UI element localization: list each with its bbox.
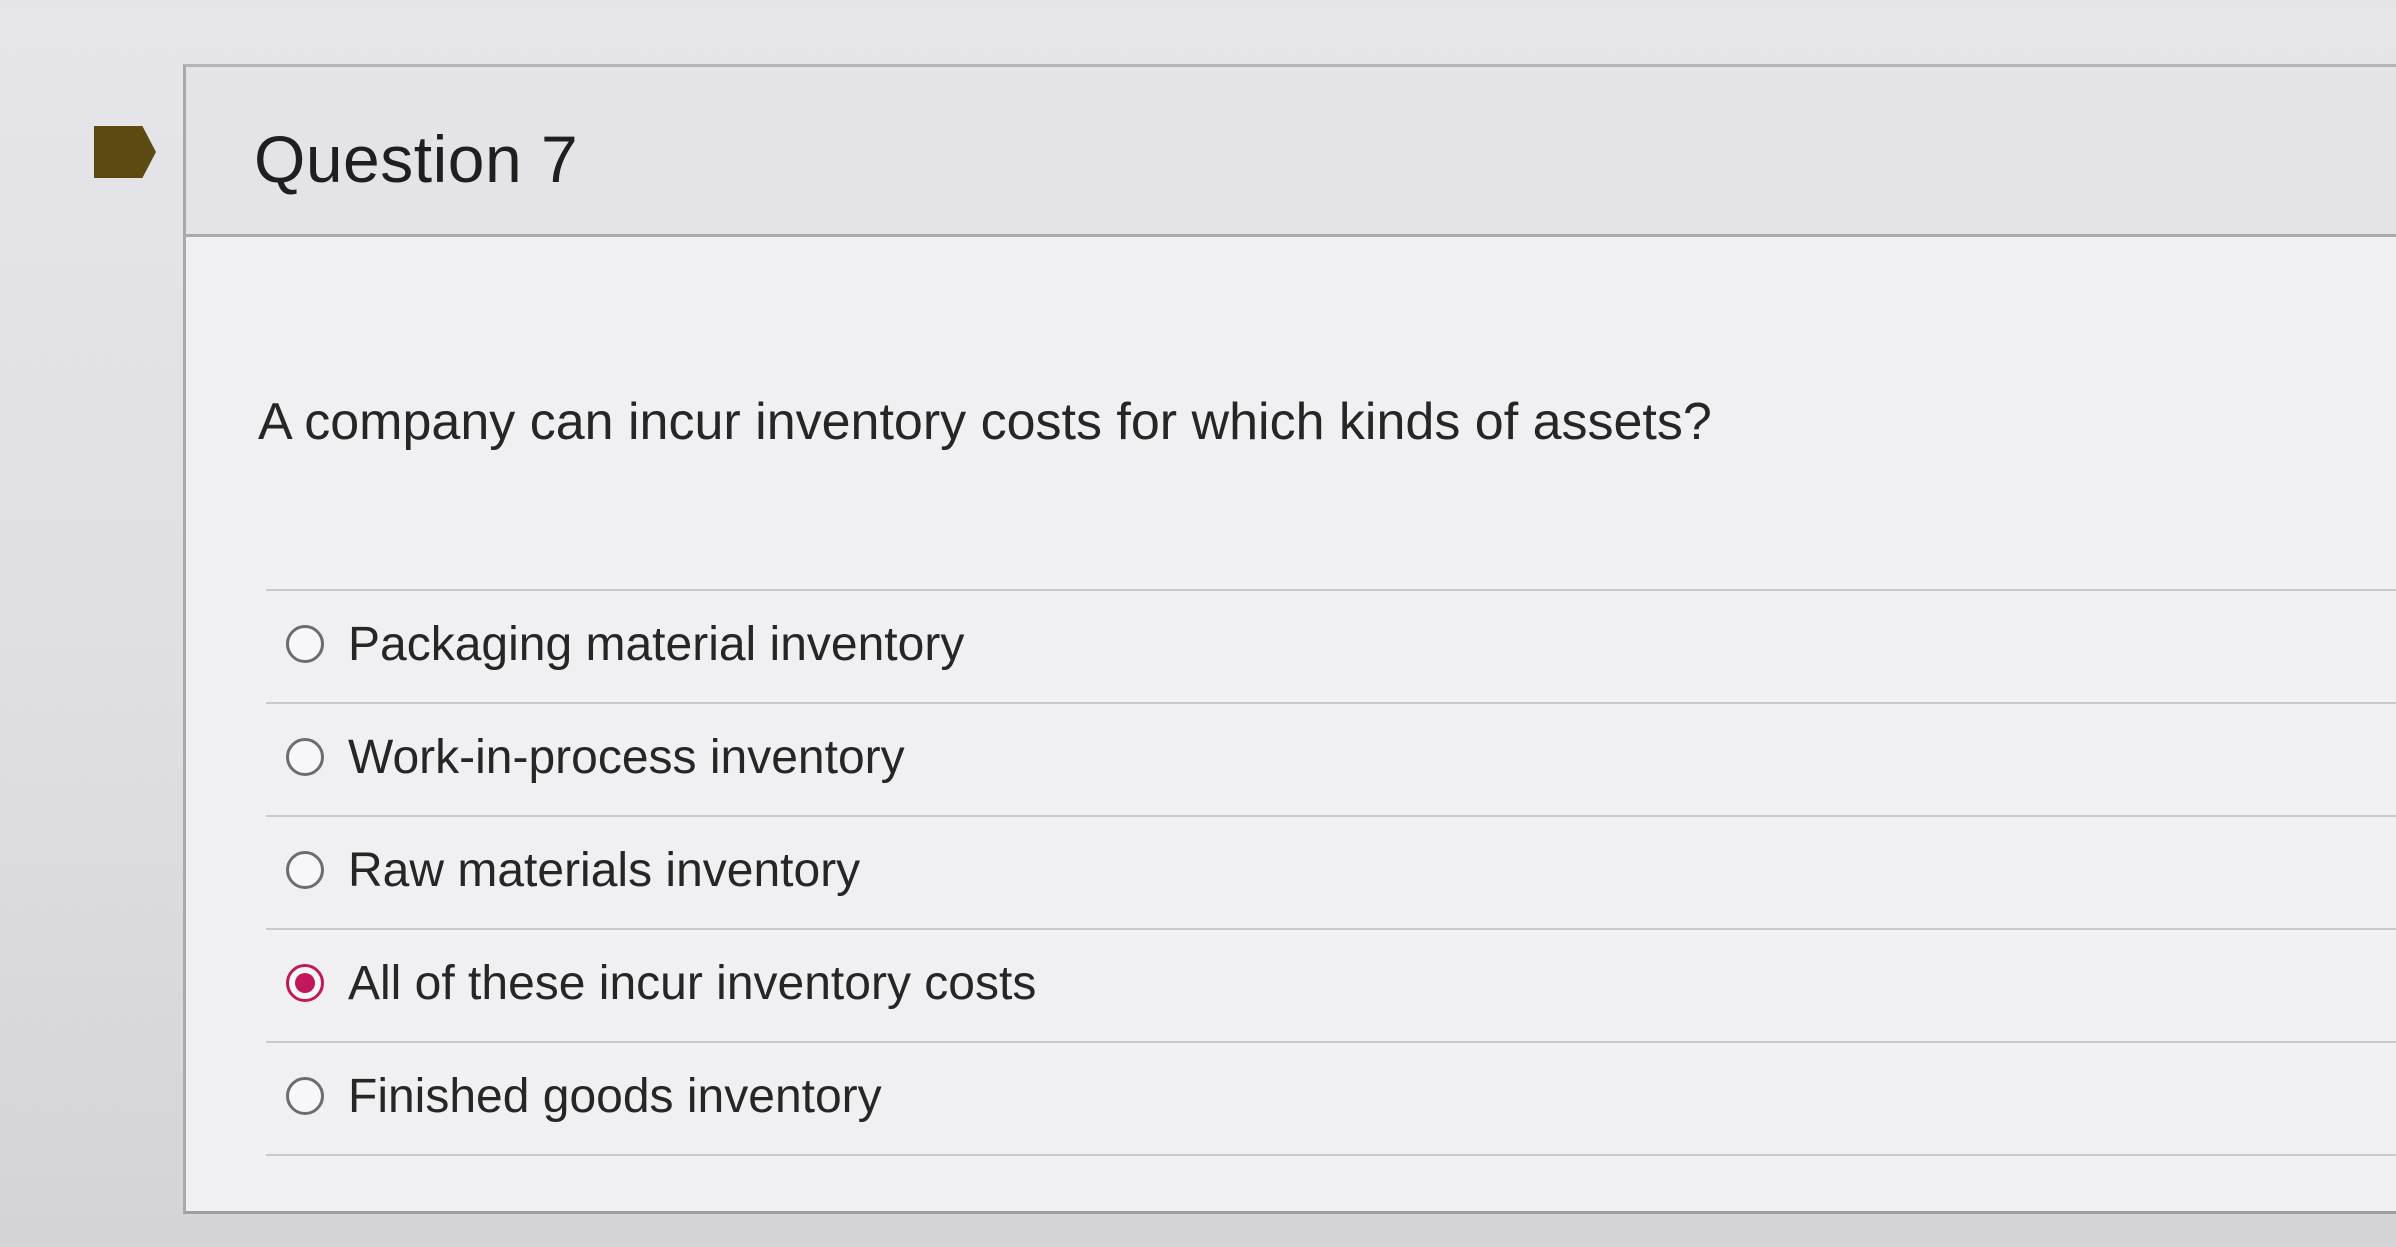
question-card: Question 7 A company can incur inventory… [183, 64, 2396, 1214]
answer-list: Packaging material inventory Work-in-pro… [266, 589, 2396, 1156]
radio-button[interactable] [286, 625, 324, 663]
question-body: A company can incur inventory costs for … [186, 237, 2396, 1211]
answer-label[interactable]: Finished goods inventory [348, 1069, 882, 1124]
radio-button[interactable] [286, 964, 324, 1002]
answer-label[interactable]: Work-in-process inventory [348, 730, 905, 785]
answer-option[interactable]: Packaging material inventory [266, 591, 2396, 704]
answer-option[interactable]: Raw materials inventory [266, 817, 2396, 930]
radio-button[interactable] [286, 851, 324, 889]
answer-label[interactable]: Raw materials inventory [348, 843, 860, 898]
answer-option[interactable]: Finished goods inventory [266, 1043, 2396, 1156]
answer-option[interactable]: All of these incur inventory costs [266, 930, 2396, 1043]
radio-button[interactable] [286, 1077, 324, 1115]
question-header: Question 7 [186, 67, 2396, 237]
radio-button[interactable] [286, 738, 324, 776]
answer-option[interactable]: Work-in-process inventory [266, 704, 2396, 817]
question-text: A company can incur inventory costs for … [258, 393, 1712, 451]
bookmark-flag-icon[interactable] [94, 126, 156, 178]
question-title: Question 7 [254, 122, 579, 196]
answer-label[interactable]: All of these incur inventory costs [348, 956, 1036, 1011]
answer-label[interactable]: Packaging material inventory [348, 617, 964, 672]
